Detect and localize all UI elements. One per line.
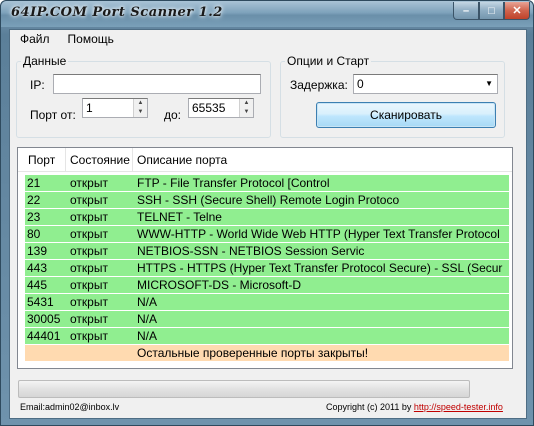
minimize-button[interactable]: – <box>453 2 479 20</box>
port-cell: 22 <box>27 193 41 207</box>
port-cell: 139 <box>27 244 48 258</box>
state-cell: открыт <box>70 193 108 207</box>
state-cell: открыт <box>70 227 108 241</box>
description-cell: FTP - File Transfer Protocol [Control <box>137 176 330 190</box>
state-cell: открыт <box>70 210 108 224</box>
spin-down-icon[interactable]: ▼ <box>134 108 147 117</box>
closed-ports-note[interactable]: Остальные проверенные порты закрыты! <box>25 345 509 362</box>
port-cell: 80 <box>27 227 41 241</box>
state-cell: открыт <box>70 278 108 292</box>
options-group-legend: Опции и Старт <box>287 54 370 68</box>
port-cell: 30005 <box>27 312 61 326</box>
table-row[interactable]: 21 открыт FTP - File Transfer Protocol [Co… <box>25 175 509 192</box>
menu-help[interactable]: Помощь <box>58 30 122 50</box>
delay-value: 0 <box>357 77 364 91</box>
description-cell: N/A <box>137 329 158 343</box>
table-row[interactable]: 23 открыт TELNET - Telne <box>25 209 509 226</box>
description-cell: MICROSOFT-DS - Microsoft-D <box>137 278 301 292</box>
data-group: Данные <box>16 54 271 138</box>
description-cell: SSH - SSH (Secure Shell) Remote Login Pr… <box>137 193 400 207</box>
description-cell: WWW-HTTP - World Wide Web HTTP (Hyper Te… <box>137 227 500 241</box>
ip-input[interactable] <box>53 74 261 94</box>
description-cell: NETBIOS-SSN - NETBIOS Session Servic <box>137 244 365 258</box>
port-to-value: 65535 <box>192 101 226 115</box>
list-header: Порт Состояние Описание порта <box>18 148 512 172</box>
spin-up-icon[interactable]: ▲ <box>240 99 253 108</box>
copyright-label: Copyright (c) 2011 by <box>326 402 414 412</box>
close-button[interactable]: ✕ <box>504 2 530 20</box>
port-from-input[interactable]: 1 ▲ ▼ <box>82 98 148 118</box>
port-cell: 443 <box>27 261 48 275</box>
menu-file[interactable]: Файл <box>10 30 58 50</box>
description-cell: TELNET - Telne <box>137 210 222 224</box>
table-row[interactable]: 22 открыт SSH - SSH (Secure Shell) Remote … <box>25 192 509 209</box>
state-cell: открыт <box>70 312 108 326</box>
table-row[interactable]: 139 открыт NETBIOS-SSN - NETBIOS Session S… <box>25 243 509 260</box>
delay-select[interactable]: 0 ▼ <box>353 74 498 94</box>
state-cell: открыт <box>70 176 108 190</box>
table-row[interactable]: 443 открыт HTTPS - HTTPS (Hyper Text Trans… <box>25 260 509 277</box>
title-bar[interactable]: 64IP.COM Port Scanner 1.2 – □ ✕ <box>1 1 533 27</box>
column-divider[interactable] <box>65 148 66 171</box>
chevron-down-icon[interactable]: ▼ <box>485 79 493 88</box>
scan-progress-bar <box>18 380 470 398</box>
port-from-spinner[interactable]: ▲ ▼ <box>133 99 147 117</box>
menu-bar: Файл Помощь <box>10 30 526 50</box>
spin-down-icon[interactable]: ▼ <box>240 108 253 117</box>
port-list[interactable]: Порт Состояние Описание порта 21 открыт FT… <box>17 147 513 369</box>
closed-ports-text: Остальные проверенные порты закрыты! <box>137 346 369 360</box>
table-row[interactable]: 44401 открыт N/A <box>25 328 509 345</box>
port-cell: 21 <box>27 176 41 190</box>
column-divider[interactable] <box>132 148 133 171</box>
port-from-value: 1 <box>86 101 93 115</box>
table-row[interactable]: 5431 открыт N/A <box>25 294 509 311</box>
data-group-legend: Данные <box>23 54 67 68</box>
port-cell: 23 <box>27 210 41 224</box>
port-from-label: Порт от: <box>30 108 76 122</box>
state-cell: открыт <box>70 244 108 258</box>
port-to-spinner[interactable]: ▲ ▼ <box>239 99 253 117</box>
column-state[interactable]: Состояние <box>70 153 130 167</box>
description-cell: N/A <box>137 312 158 326</box>
column-port[interactable]: Порт <box>28 153 55 167</box>
port-to-label: до: <box>164 108 182 122</box>
table-row[interactable]: 445 открыт MICROSOFT-DS - Microsoft-D <box>25 277 509 294</box>
port-cell: 5431 <box>27 295 54 309</box>
table-row[interactable]: 80 открыт WWW-HTTP - World Wide Web HTTP (… <box>25 226 509 243</box>
scan-button[interactable]: Сканировать <box>316 102 496 128</box>
list-rows: 21 открыт FTP - File Transfer Protocol [Co… <box>25 175 509 362</box>
ip-label: IP: <box>30 78 45 92</box>
state-cell: открыт <box>70 295 108 309</box>
description-cell: HTTPS - HTTPS (Hyper Text Transfer Proto… <box>137 261 503 275</box>
state-cell: открыт <box>70 329 108 343</box>
delay-label: Задержка: <box>290 78 348 92</box>
website-link[interactable]: http://speed-tester.info <box>414 402 503 412</box>
client-area: Файл Помощь Данные IP: Порт от: 1 ▲ ▼ до… <box>9 29 527 419</box>
maximize-button[interactable]: □ <box>479 2 504 20</box>
table-row[interactable]: 30005 открыт N/A <box>25 311 509 328</box>
app-window: 64IP.COM Port Scanner 1.2 – □ ✕ Файл Пом… <box>0 0 534 426</box>
port-to-input[interactable]: 65535 ▲ ▼ <box>188 98 254 118</box>
state-cell: открыт <box>70 261 108 275</box>
column-description[interactable]: Описание порта <box>137 153 227 167</box>
spin-up-icon[interactable]: ▲ <box>134 99 147 108</box>
window-title: 64IP.COM Port Scanner 1.2 <box>11 5 223 20</box>
port-cell: 44401 <box>27 329 61 343</box>
description-cell: N/A <box>137 295 158 309</box>
port-cell: 445 <box>27 278 48 292</box>
copyright-text: Copyright (c) 2011 by http://speed-teste… <box>326 402 503 412</box>
contact-email: Email:admin02@inbox.lv <box>20 402 120 412</box>
